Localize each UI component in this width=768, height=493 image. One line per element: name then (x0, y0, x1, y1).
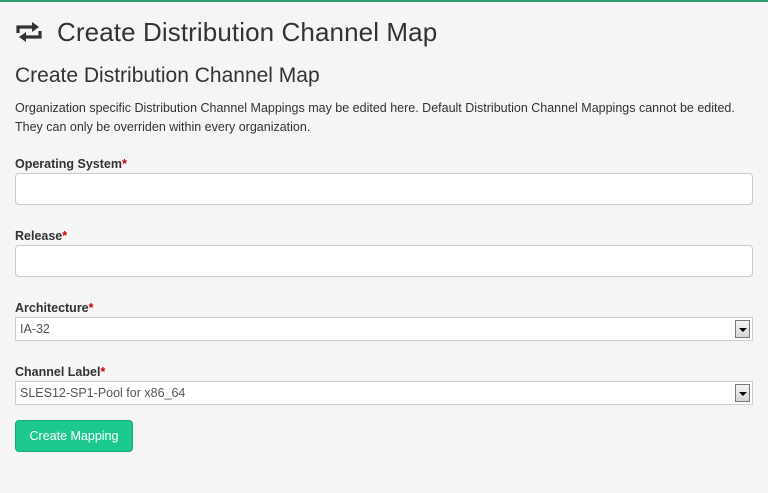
architecture-label: Architecture* (15, 301, 94, 315)
form-description: Organization specific Distribution Chann… (15, 101, 735, 134)
architecture-dropdown-button[interactable] (735, 320, 750, 338)
channel-label-select[interactable]: SLES12-SP1-Pool for x86_64 (15, 381, 753, 405)
operating-system-input[interactable] (15, 173, 753, 205)
required-marker: * (121, 157, 127, 171)
chevron-down-icon (738, 328, 747, 332)
create-mapping-button[interactable]: Create Mapping (15, 420, 133, 452)
required-marker: * (88, 301, 94, 315)
release-input[interactable] (15, 245, 753, 277)
architecture-select[interactable]: IA-32 (15, 317, 753, 341)
page-header: Create Distribution Channel Map (15, 14, 437, 50)
architecture-selected-value: IA-32 (20, 322, 50, 336)
required-marker: * (62, 229, 68, 243)
release-label-text: Release (15, 229, 63, 243)
top-accent-rule (0, 0, 768, 2)
operating-system-label-text: Operating System (15, 157, 122, 171)
channel-label-label: Channel Label* (15, 365, 105, 379)
channel-label-label-text: Channel Label (15, 365, 101, 379)
page-title: Create Distribution Channel Map (57, 16, 438, 47)
channel-label-selected-value: SLES12-SP1-Pool for x86_64 (20, 386, 186, 400)
release-label: Release* (15, 229, 67, 243)
chevron-down-icon (738, 392, 747, 396)
sync-arrows-icon (15, 20, 43, 44)
operating-system-label: Operating System* (15, 157, 127, 171)
architecture-label-text: Architecture (15, 301, 89, 315)
form-title: Create Distribution Channel Map (15, 64, 320, 87)
required-marker: * (100, 365, 106, 379)
channel-label-dropdown-button[interactable] (735, 384, 750, 402)
